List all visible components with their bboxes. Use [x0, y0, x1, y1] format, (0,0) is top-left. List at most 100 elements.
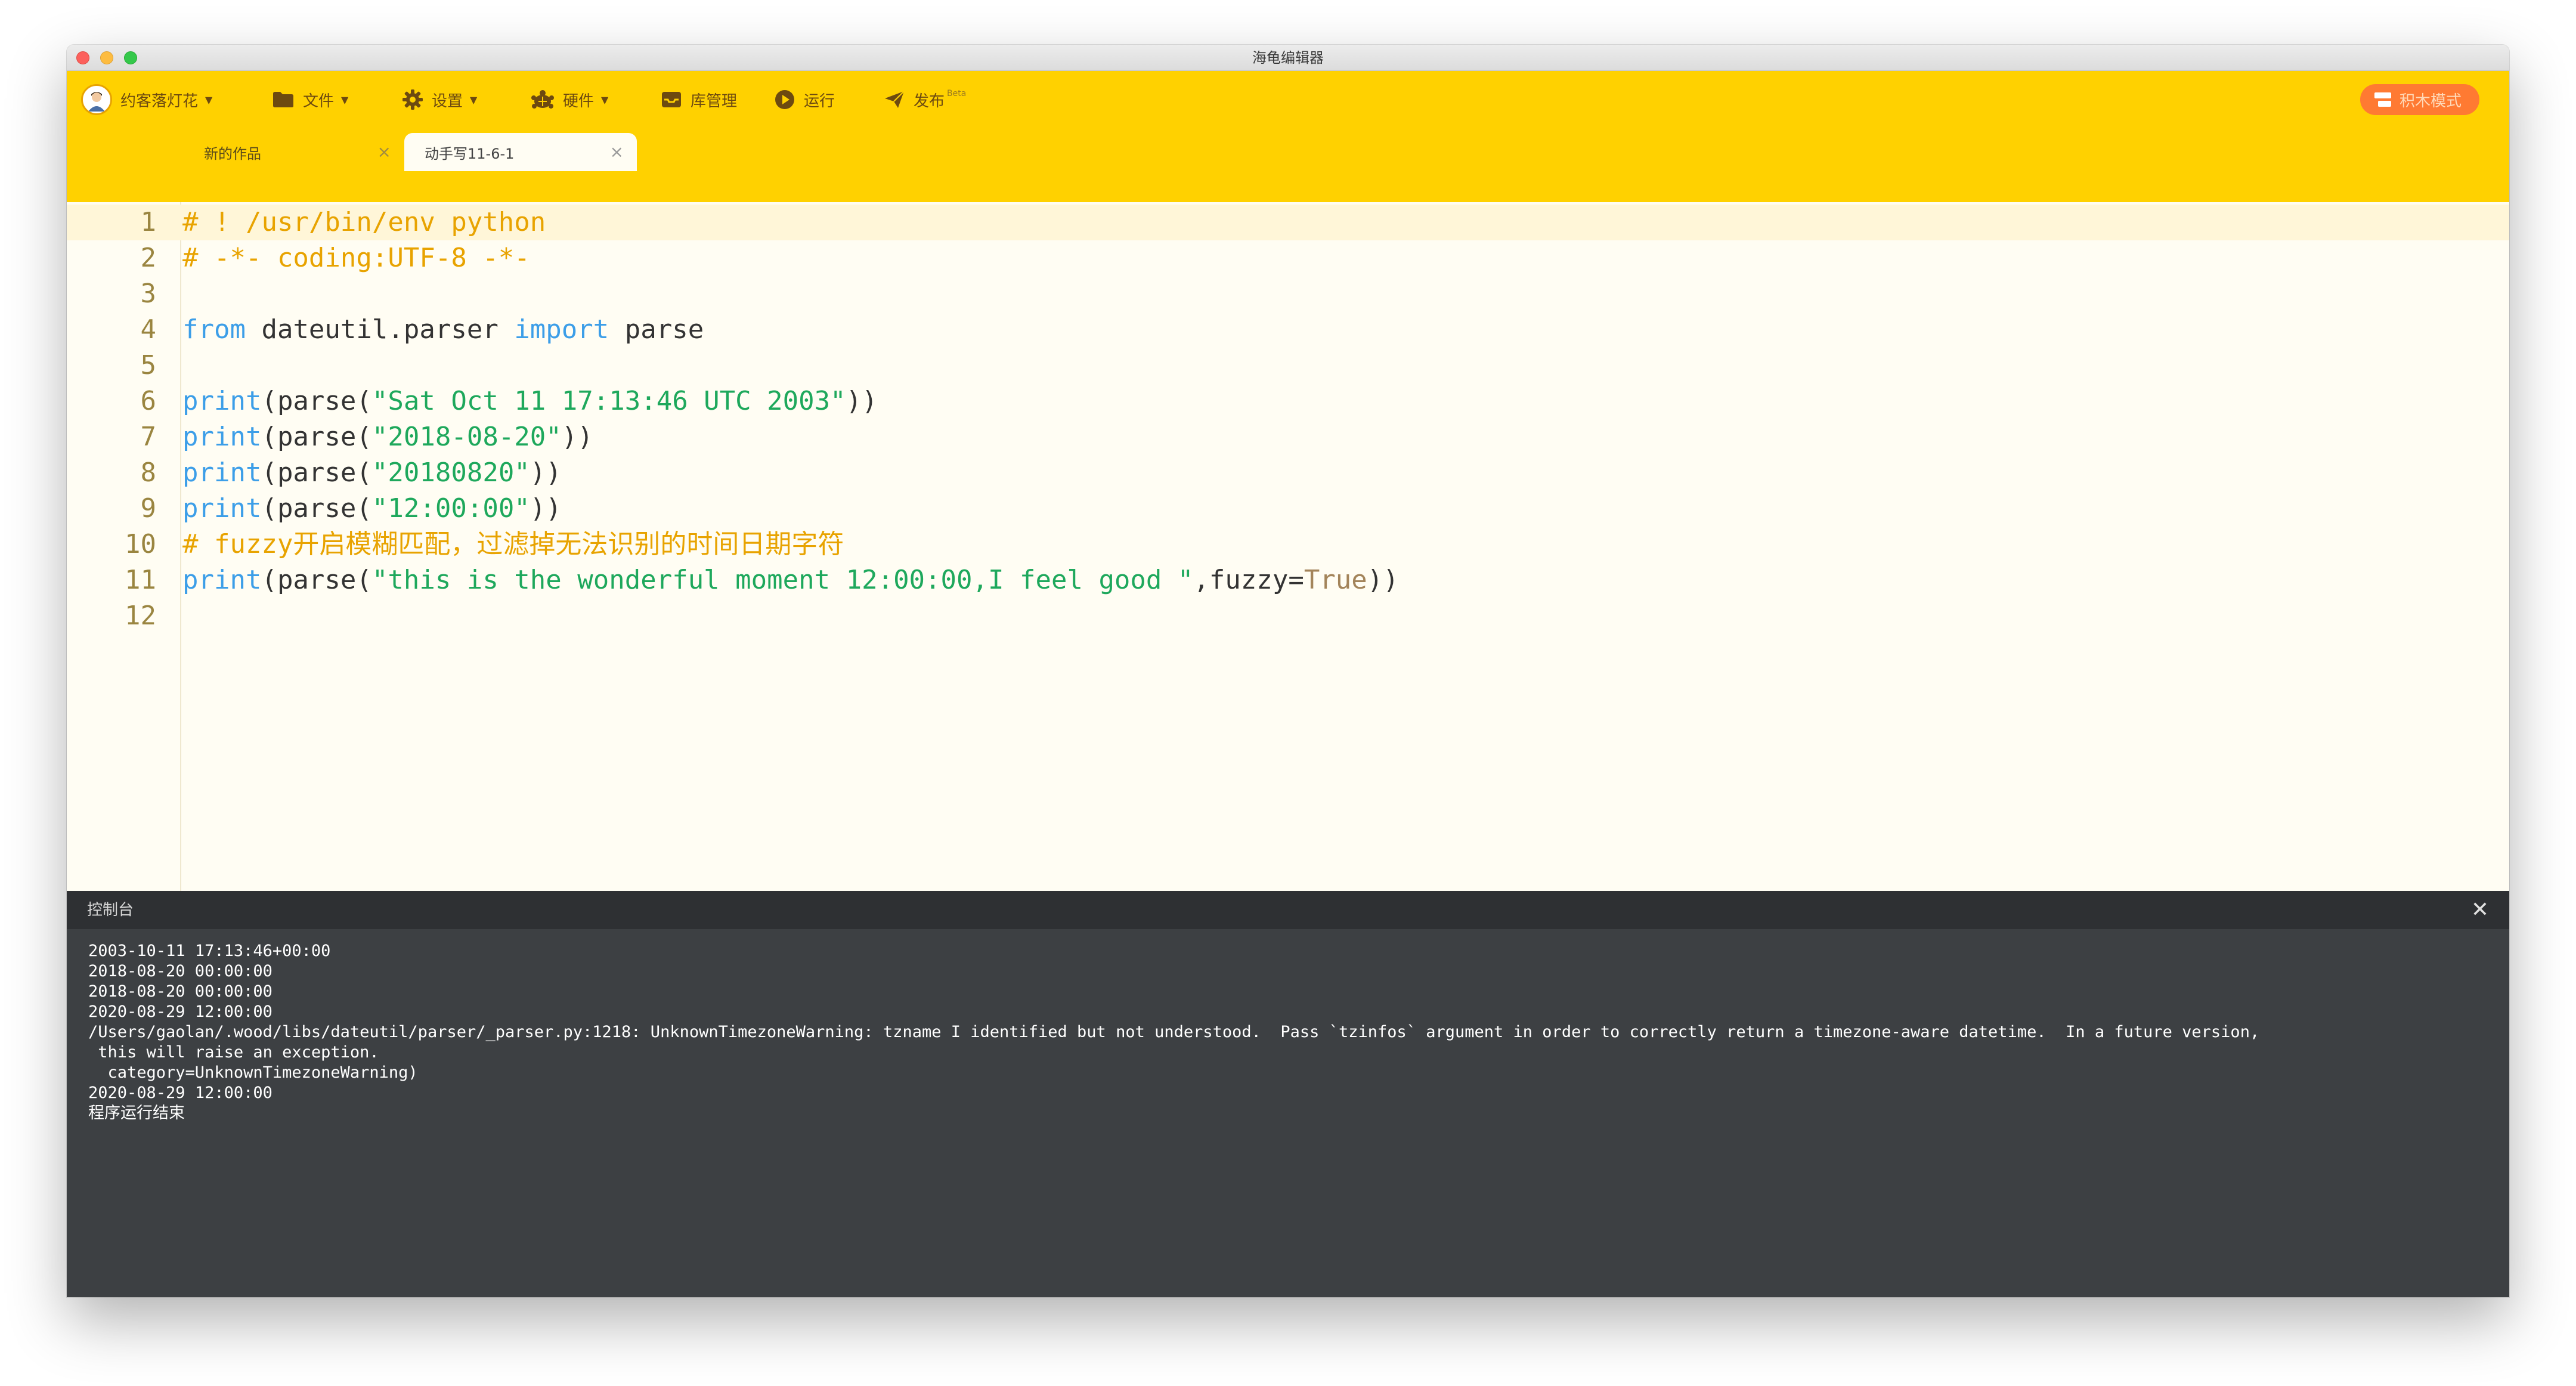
- line-number: 8: [140, 457, 157, 488]
- paper-plane-icon: [885, 91, 905, 108]
- code-token: "Sat Oct 11 17:13:46 UTC 2003": [371, 386, 846, 416]
- code-token: True: [1304, 565, 1367, 595]
- tab-new-project[interactable]: 新的作品 ×: [184, 133, 404, 171]
- settings-menu-label: 设置: [432, 92, 463, 110]
- code-token: from: [182, 314, 246, 345]
- code-editor[interactable]: 1 # ! /usr/bin/env python 2 # -*- coding:UT…: [67, 202, 2509, 972]
- file-menu-label: 文件: [303, 92, 335, 110]
- code-token: )): [530, 457, 562, 488]
- code-line[interactable]: 3: [67, 276, 2509, 312]
- chevron-down-icon: ▼: [601, 94, 609, 106]
- code-token: # -*- coding:UTF-8 -*-: [182, 243, 530, 273]
- code-text: # -*- coding:UTF-8 -*-: [182, 240, 530, 276]
- code-line[interactable]: 7 print(parse("2018-08-20")): [67, 419, 2509, 455]
- console-line: 2018-08-20 00:00:00: [88, 962, 273, 980]
- close-icon[interactable]: ×: [610, 143, 624, 162]
- code-token: ,fuzzy=: [1193, 565, 1304, 595]
- code-line[interactable]: 1 # ! /usr/bin/env python: [67, 205, 2509, 240]
- app-window: 海龟编辑器 约客落灯花 ▼ 文件 ▼ 设置 ▼ 硬件 ▼ 库管理 运行 发布 B…: [67, 45, 2509, 1297]
- code-token: parse: [609, 314, 704, 345]
- library-manager-button[interactable]: 库管理: [661, 71, 737, 128]
- code-line[interactable]: 2 # -*- coding:UTF-8 -*-: [67, 240, 2509, 276]
- line-number: 11: [125, 565, 156, 595]
- code-text: print(parse("2018-08-20")): [182, 419, 593, 455]
- avatar: [81, 84, 112, 115]
- line-number: 7: [140, 422, 157, 452]
- hardware-menu[interactable]: 硬件 ▼: [531, 71, 608, 128]
- code-line[interactable]: 6 print(parse("Sat Oct 11 17:13:46 UTC 20…: [67, 383, 2509, 419]
- console-close-icon[interactable]: ✕: [2471, 891, 2489, 929]
- code-line[interactable]: 11 print(parse("this is the wonderful mom…: [67, 562, 2509, 598]
- code-token: print: [182, 386, 262, 416]
- chevron-down-icon: ▼: [205, 94, 213, 106]
- code-token: )): [561, 422, 593, 452]
- line-number: 4: [140, 314, 157, 345]
- chevron-down-icon: ▼: [341, 94, 349, 106]
- code-line[interactable]: 10 # fuzzy开启模糊匹配，过滤掉无法识别的时间日期字符: [67, 527, 2509, 562]
- line-number: 5: [140, 350, 157, 380]
- tab-active-file[interactable]: 动手写11-6-1 ×: [404, 133, 637, 171]
- code-token: print: [182, 422, 262, 452]
- publish-button[interactable]: 发布 Beta: [884, 71, 966, 128]
- code-line[interactable]: 4 from dateutil.parser import parse: [67, 312, 2509, 348]
- code-token: (parse(: [261, 457, 372, 488]
- blocks-icon: [2374, 92, 2391, 107]
- library-manager-label: 库管理: [691, 92, 738, 110]
- code-token: "20180820": [371, 457, 530, 488]
- block-mode-label: 积木模式: [2399, 92, 2462, 110]
- code-token: # ! /usr/bin/env python: [182, 207, 546, 237]
- play-icon: [775, 90, 794, 109]
- console-line: 2003-10-11 17:13:46+00:00: [88, 942, 331, 960]
- avatar-face-icon: [88, 92, 105, 112]
- console-header: 控制台 ✕: [67, 891, 2509, 929]
- code-text: print(parse("Sat Oct 11 17:13:46 UTC 200…: [182, 383, 878, 419]
- code-token: # fuzzy开启模糊匹配，过滤掉无法识别的时间日期字符: [182, 529, 844, 559]
- user-name: 约客落灯花: [120, 92, 199, 110]
- app-header: 约客落灯花 ▼ 文件 ▼ 设置 ▼ 硬件 ▼ 库管理 运行 发布 Beta 积木…: [67, 71, 2509, 202]
- turtle-icon: [531, 90, 554, 109]
- code-token: (parse(: [261, 386, 372, 416]
- console-line: 2020-08-29 12:00:00: [88, 1003, 273, 1021]
- title-bar: 海龟编辑器: [67, 45, 2509, 71]
- code-text: # fuzzy开启模糊匹配，过滤掉无法识别的时间日期字符: [182, 527, 844, 562]
- code-token: (parse(: [261, 493, 372, 524]
- code-token: import: [514, 314, 609, 345]
- console-line: 2018-08-20 00:00:00: [88, 982, 273, 1001]
- folder-icon: [273, 92, 293, 107]
- tab-title: 新的作品: [204, 145, 261, 162]
- code-token: "this is the wonderful moment 12:00:00,I…: [371, 565, 1194, 595]
- code-token: (parse(: [261, 422, 372, 452]
- code-token: )): [530, 493, 562, 524]
- block-mode-button[interactable]: 积木模式: [2360, 84, 2479, 115]
- code-text: print(parse("20180820")): [182, 455, 562, 491]
- tab-title: 动手写11-6-1: [425, 145, 515, 162]
- code-token: dateutil.parser: [245, 314, 515, 345]
- toolbar: 约客落灯花 ▼ 文件 ▼ 设置 ▼ 硬件 ▼ 库管理 运行 发布 Beta 积木…: [67, 71, 2509, 128]
- run-menu-label: 运行: [804, 92, 835, 110]
- code-token: "12:00:00": [371, 493, 530, 524]
- settings-menu[interactable]: 设置 ▼: [402, 71, 477, 128]
- code-token: (parse(: [261, 565, 372, 595]
- chevron-down-icon: ▼: [470, 94, 478, 106]
- user-menu[interactable]: 约客落灯花 ▼: [81, 71, 212, 128]
- line-number: 12: [125, 601, 156, 631]
- code-token: )): [1367, 565, 1399, 595]
- run-menu-button[interactable]: 运行: [774, 71, 835, 128]
- close-icon[interactable]: ×: [377, 143, 391, 162]
- line-number: 10: [125, 529, 156, 559]
- console-line: category=UnknownTimezoneWarning): [88, 1063, 418, 1082]
- code-text: from dateutil.parser import parse: [182, 312, 704, 348]
- code-line[interactable]: 12: [67, 598, 2509, 634]
- code-token: "2018-08-20": [371, 422, 562, 452]
- console-output: 2003-10-11 17:13:46+00:00 2018-08-20 00:0…: [88, 941, 2497, 1124]
- code-line[interactable]: 9 print(parse("12:00:00")): [67, 491, 2509, 527]
- code-line[interactable]: 5: [67, 348, 2509, 383]
- file-menu[interactable]: 文件 ▼: [272, 71, 348, 128]
- console-line: 程序运行结束: [88, 1104, 185, 1122]
- code-line[interactable]: 8 print(parse("20180820")): [67, 455, 2509, 491]
- inbox-icon: [662, 92, 681, 107]
- line-number: 6: [140, 386, 157, 416]
- line-number: 2: [140, 243, 157, 273]
- hardware-menu-label: 硬件: [563, 92, 595, 110]
- code-text: # ! /usr/bin/env python: [182, 205, 546, 240]
